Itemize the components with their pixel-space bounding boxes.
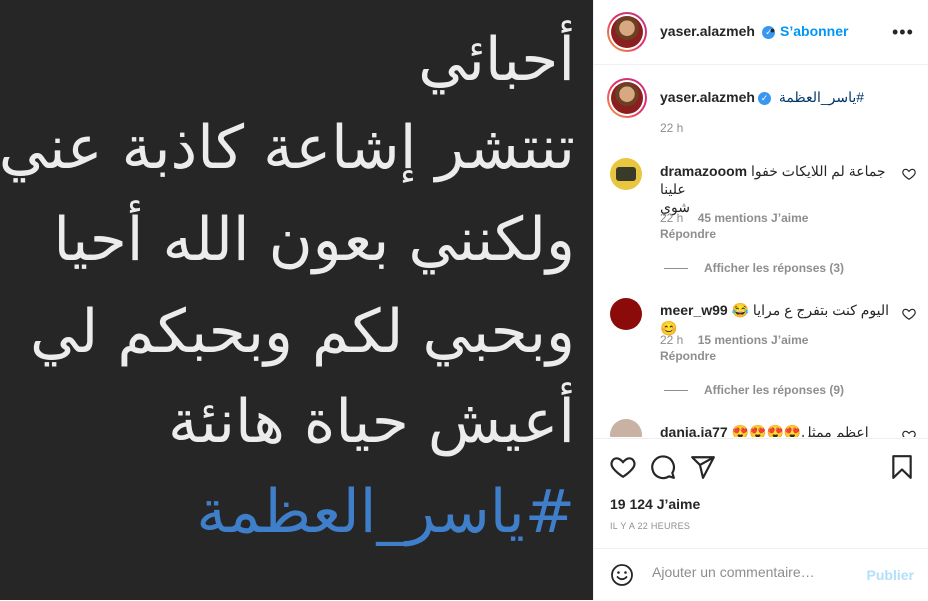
caption-avatar[interactable] xyxy=(607,78,647,118)
commenter-username[interactable]: meer_w99 xyxy=(660,302,728,318)
post-text-line: أحبائي xyxy=(418,25,575,95)
like-heart-icon[interactable] xyxy=(610,454,636,480)
caption-hashtag[interactable]: #ياسر_العظمة xyxy=(779,89,864,105)
post-timestamp[interactable]: IL Y A 22 HEURES xyxy=(610,521,690,531)
show-replies-button[interactable]: Afficher les réponses (9) xyxy=(664,383,844,397)
post-hashtag: #ياسر_العظمة xyxy=(196,477,575,547)
save-bookmark-icon[interactable] xyxy=(889,454,915,480)
like-comment-heart-icon[interactable] xyxy=(902,429,916,437)
likes-count[interactable]: 19 124 J’aime xyxy=(610,496,700,512)
comments-list[interactable]: yaser.alazmeh ✓ #ياسر_العظمة 22 h dramazo… xyxy=(594,65,928,437)
caption-username[interactable]: yaser.alazmeh xyxy=(660,89,755,105)
author-avatar[interactable] xyxy=(607,12,647,52)
replies-divider xyxy=(664,390,688,391)
more-options-icon[interactable]: ••• xyxy=(892,22,914,43)
like-comment-heart-icon[interactable] xyxy=(902,167,916,181)
caption-time: 22 h xyxy=(660,121,684,135)
author-name-row: yaser.alazmeh ✓ xyxy=(660,23,776,41)
comment-input[interactable] xyxy=(650,563,854,581)
post-header: yaser.alazmeh ✓ • S’abonner ••• xyxy=(594,0,928,65)
show-replies-label: Afficher les réponses (3) xyxy=(704,261,845,275)
comment-time[interactable]: 22 h xyxy=(660,333,683,347)
post-text-line: وبحبي لكم وبحبكم لي xyxy=(30,297,575,367)
commenter-avatar[interactable] xyxy=(610,419,642,437)
post-image[interactable]: أحبائي تنتشر إشاعة كاذبة عني ولكنني بعون… xyxy=(0,0,594,600)
post-side-panel: yaser.alazmeh ✓ • S’abonner ••• yaser.al… xyxy=(594,0,928,600)
post-text-line: ولكنني بعون الله أحيا xyxy=(53,205,575,275)
verified-badge-icon: ✓ xyxy=(757,92,771,105)
comment-text: اعظم ممثل😍😍😍😍 xyxy=(731,424,869,437)
separator-dot: • xyxy=(770,22,775,38)
comment-likes[interactable]: 45 mentions J’aime xyxy=(698,211,809,225)
follow-button[interactable]: S’abonner xyxy=(780,23,848,39)
commenter-avatar[interactable] xyxy=(610,158,642,190)
like-comment-heart-icon[interactable] xyxy=(902,307,916,321)
commenter-avatar[interactable] xyxy=(610,298,642,330)
commenter-username[interactable]: dania.ja77 xyxy=(660,424,728,437)
publish-button[interactable]: Publier xyxy=(867,567,914,583)
commenter-username[interactable]: dramazooom xyxy=(660,163,747,179)
show-replies-button[interactable]: Afficher les réponses (3) xyxy=(664,261,844,275)
comment-time[interactable]: 22 h xyxy=(660,211,683,225)
show-replies-label: Afficher les réponses (9) xyxy=(704,383,845,397)
emoji-picker-icon[interactable] xyxy=(610,563,634,587)
post-text-line: تنتشر إشاعة كاذبة عني xyxy=(0,113,575,183)
add-comment-bar: Publier xyxy=(594,548,928,601)
post-text-line: أعيش حياة هانئة xyxy=(167,387,575,457)
comment-likes[interactable]: 15 mentions J’aime xyxy=(698,333,809,347)
reply-button[interactable]: Répondre xyxy=(660,227,716,241)
author-username[interactable]: yaser.alazmeh xyxy=(660,23,755,39)
replies-divider xyxy=(664,268,688,269)
comment-bubble-icon[interactable] xyxy=(650,454,676,480)
share-send-icon[interactable] xyxy=(690,454,716,480)
reply-button[interactable]: Répondre xyxy=(660,349,716,363)
